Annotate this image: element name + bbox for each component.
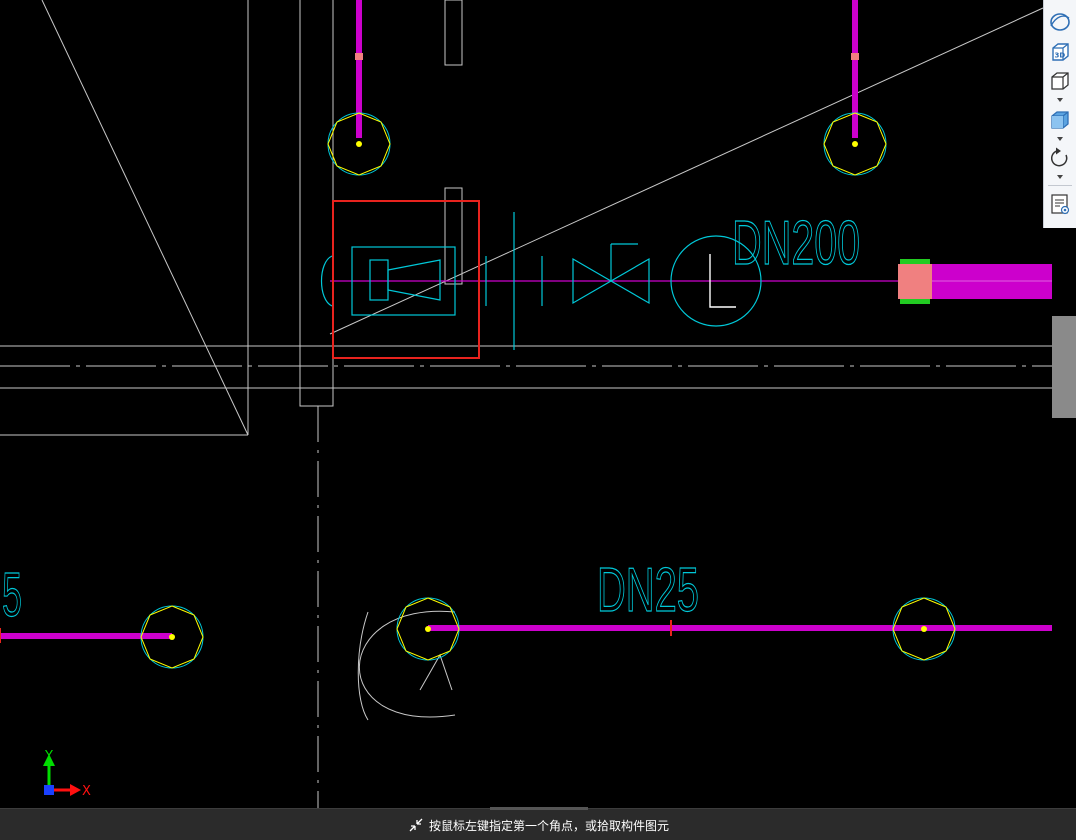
command-prompt: 按鼠标左键指定第一个角点，或拾取构件图元	[408, 816, 669, 834]
toolbar-divider	[1048, 185, 1072, 186]
command-prompt-text: 按鼠标左键指定第一个角点，或拾取构件图元	[429, 818, 670, 833]
properties-icon[interactable]	[1048, 192, 1072, 216]
status-bar-handle[interactable]	[490, 807, 588, 810]
pipe-label-dn200: DN200	[732, 209, 860, 278]
cad-drawing-canvas[interactable]: DN200 DN25 5 Y X	[0, 0, 1076, 840]
svg-text:3D: 3D	[1055, 52, 1066, 60]
axis-x-label: X	[82, 784, 91, 799]
select-corner-icon	[409, 818, 423, 832]
chevron-down-icon[interactable]	[1055, 173, 1065, 181]
pipe-label-dn25: DN25	[597, 556, 699, 625]
axis-y-label: Y	[44, 749, 53, 764]
rotate-icon[interactable]	[1048, 146, 1072, 170]
command-status-bar: 按鼠标左键指定第一个角点，或拾取构件图元	[0, 807, 1076, 840]
scrollbar-thumb[interactable]	[1052, 316, 1076, 418]
chevron-down-icon[interactable]	[1055, 135, 1065, 143]
cube-wire-icon[interactable]	[1048, 69, 1072, 93]
chevron-down-icon[interactable]	[1055, 96, 1065, 104]
vertical-scrollbar[interactable]	[1052, 228, 1076, 840]
pipe-label-partial: 5	[2, 561, 22, 630]
view-toolbar: 3D	[1043, 0, 1076, 228]
orbit-icon[interactable]	[1048, 10, 1072, 34]
cube-solid-icon[interactable]	[1048, 108, 1072, 132]
3d-view-icon[interactable]: 3D	[1048, 40, 1072, 64]
dn200-pipe-fitting[interactable]	[898, 259, 1052, 304]
